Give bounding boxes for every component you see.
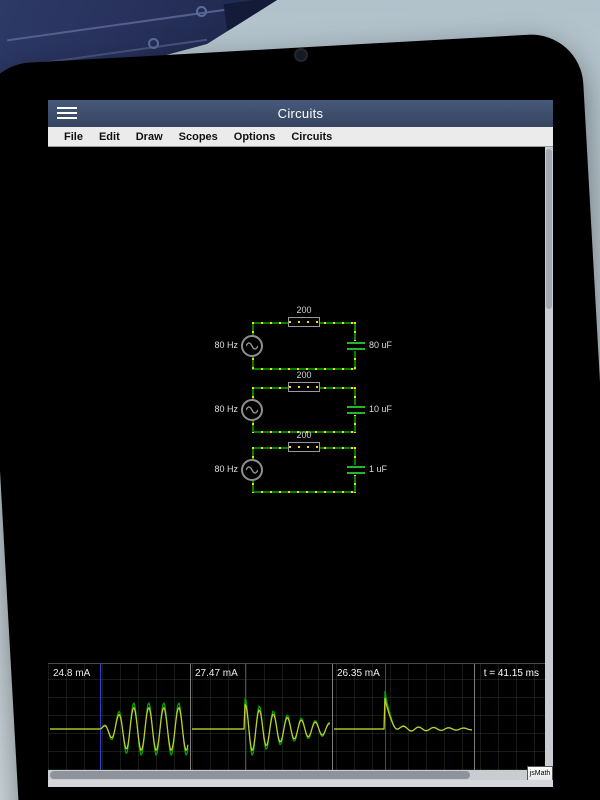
scope-reading-1: 24.8 mA	[53, 668, 90, 679]
wire-bottom[interactable]	[252, 491, 356, 493]
resistor[interactable]	[288, 382, 320, 392]
source-frequency: 80 Hz	[214, 404, 238, 414]
resistor[interactable]	[288, 442, 320, 452]
jsmath-button[interactable]: jsMath	[527, 766, 553, 781]
ac-source-icon[interactable]	[241, 335, 263, 357]
menu-item-draw[interactable]: Draw	[128, 131, 171, 143]
capacitor[interactable]	[347, 405, 365, 415]
scope-reading-3: 26.35 mA	[337, 668, 380, 679]
page-background: Circuits File Edit Draw Scopes Options C…	[0, 0, 600, 800]
source-frequency: 80 Hz	[214, 464, 238, 474]
simulation-time: t = 41.15 ms	[484, 668, 539, 679]
ac-source-icon[interactable]	[241, 399, 263, 421]
oscilloscope-strip[interactable]: 24.8 mA 27.47 mA 26.35 mA t = 41.15 ms	[48, 663, 545, 770]
pcb-trace	[7, 5, 255, 42]
capacitor-value: 10 uF	[369, 404, 392, 414]
menu-bar: File Edit Draw Scopes Options Circuits	[48, 127, 553, 147]
source-frequency: 80 Hz	[214, 340, 238, 350]
tablet-screen: Circuits File Edit Draw Scopes Options C…	[48, 100, 553, 787]
resistor-value: 200	[272, 305, 336, 315]
rc-circuit-3[interactable]: 200 80 Hz 1 uF	[252, 447, 356, 493]
pcb-via	[196, 6, 207, 17]
horizontal-scrollbar-thumb[interactable]	[50, 771, 470, 779]
rc-circuit-1[interactable]: 200 80 Hz 80 uF	[252, 322, 356, 370]
vertical-scrollbar[interactable]	[545, 147, 553, 770]
rc-circuit-2[interactable]: 200 80 Hz 10 uF	[252, 387, 356, 433]
resistor-value: 200	[272, 430, 336, 440]
capacitor-value: 1 uF	[369, 464, 387, 474]
capacitor-value: 80 uF	[369, 340, 392, 350]
scope-waveforms	[48, 664, 545, 771]
vertical-scrollbar-thumb[interactable]	[546, 149, 552, 309]
bottom-strip	[48, 780, 553, 787]
tablet-camera-icon	[294, 48, 308, 62]
resistor[interactable]	[288, 317, 320, 327]
capacitor[interactable]	[347, 465, 365, 475]
app-title: Circuits	[48, 106, 553, 121]
menu-item-file[interactable]: File	[56, 131, 91, 143]
ac-source-icon[interactable]	[241, 459, 263, 481]
circuit-canvas[interactable]: 200 80 Hz 80 uF 200 80 Hz	[48, 147, 545, 770]
menu-item-edit[interactable]: Edit	[91, 131, 128, 143]
resistor-value: 200	[272, 370, 336, 380]
capacitor[interactable]	[347, 341, 365, 351]
scope-reading-2: 27.47 mA	[195, 668, 238, 679]
horizontal-scrollbar[interactable]	[48, 770, 533, 780]
app-header: Circuits	[48, 100, 553, 128]
menu-item-scopes[interactable]: Scopes	[171, 131, 226, 143]
menu-item-circuits[interactable]: Circuits	[283, 131, 340, 143]
menu-item-options[interactable]: Options	[226, 131, 284, 143]
pcb-via	[148, 38, 159, 49]
pcb-chip	[223, 0, 286, 30]
